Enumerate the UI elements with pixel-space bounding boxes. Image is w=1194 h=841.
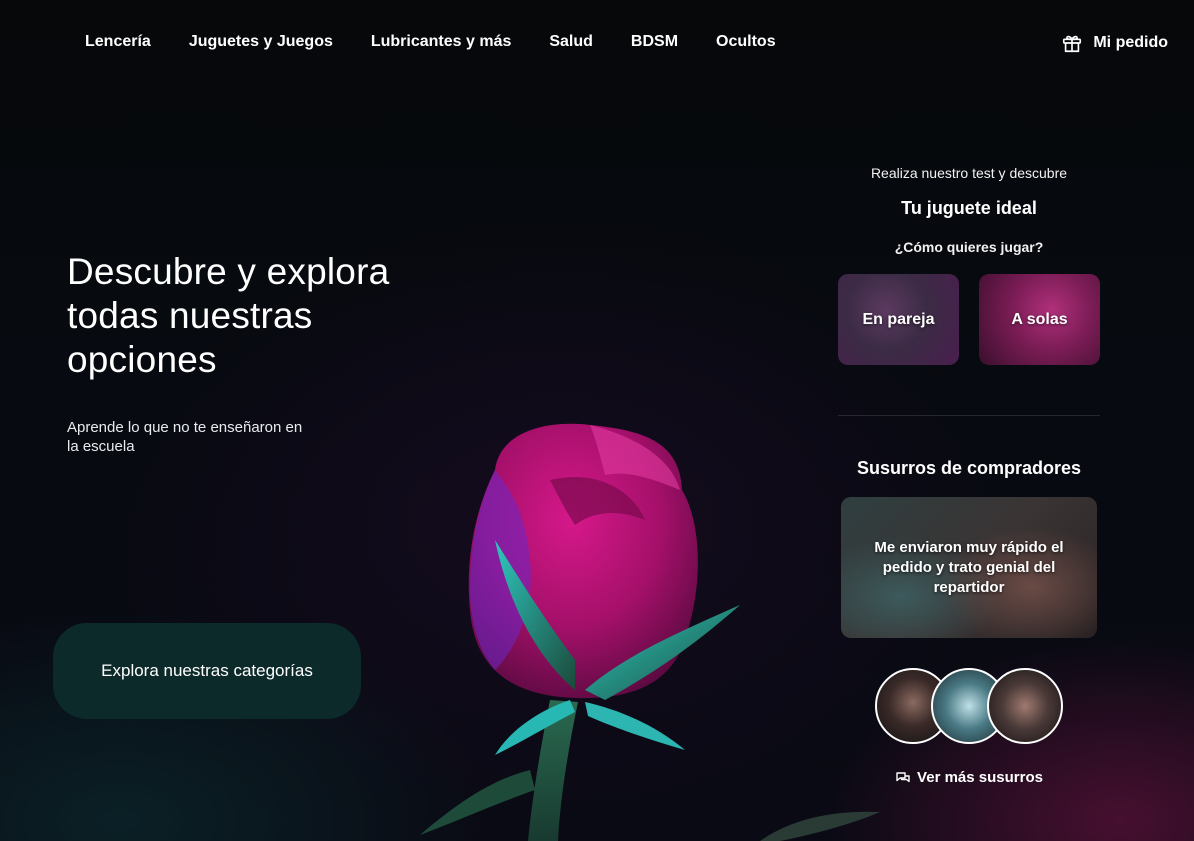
whispers-title: Susurros de compradores xyxy=(856,458,1082,478)
nav-item-bdsm[interactable]: BDSM xyxy=(631,33,678,51)
nav-item-salud[interactable]: Salud xyxy=(549,33,593,51)
nav-item-lenceria[interactable]: Lencería xyxy=(85,33,151,51)
quiz-option-couple[interactable]: En pareja xyxy=(838,274,959,365)
top-navigation: Lencería Juguetes y Juegos Lubricantes y… xyxy=(0,0,1194,86)
quiz-options: En pareja A solas xyxy=(838,274,1100,365)
avatar[interactable] xyxy=(987,668,1063,744)
right-panel: Realiza nuestro test y descubre Tu jugue… xyxy=(838,160,1100,791)
section-divider xyxy=(838,415,1100,416)
quiz-title: Tu juguete ideal xyxy=(901,198,1037,218)
my-order-button[interactable]: Mi pedido xyxy=(1061,32,1168,54)
quiz-option-label: A solas xyxy=(1011,310,1068,328)
my-order-label: Mi pedido xyxy=(1093,34,1168,51)
testimonial-avatars xyxy=(838,668,1100,744)
hero-subtitle: Aprende lo que no te enseñaron en la esc… xyxy=(67,419,303,455)
nav-item-lubricantes[interactable]: Lubricantes y más xyxy=(371,33,512,51)
quiz-question: ¿Cómo quieres jugar? xyxy=(894,239,1044,255)
see-more-label: Ver más susurros xyxy=(917,769,1043,786)
gift-icon xyxy=(1063,35,1082,53)
testimonial-text: Me enviaron muy rápido el pedido y trato… xyxy=(874,538,1064,596)
quiz-intro: Realiza nuestro test y descubre xyxy=(870,165,1068,181)
explore-categories-button[interactable]: Explora nuestras categorías xyxy=(53,623,361,719)
nav-item-juguetes[interactable]: Juguetes y Juegos xyxy=(189,33,333,51)
quiz-option-label: En pareja xyxy=(862,310,935,328)
chat-bubbles-icon xyxy=(896,771,910,782)
category-menu: Lencería Juguetes y Juegos Lubricantes y… xyxy=(85,33,776,51)
nav-item-ocultos[interactable]: Ocultos xyxy=(716,33,776,51)
hero-title: Descubre y explora todas nuestras opcion… xyxy=(67,251,390,380)
see-more-whispers-link[interactable]: Ver más susurros xyxy=(895,769,1043,786)
testimonial-card[interactable]: Me enviaron muy rápido el pedido y trato… xyxy=(841,497,1097,638)
quiz-option-solo[interactable]: A solas xyxy=(979,274,1100,365)
